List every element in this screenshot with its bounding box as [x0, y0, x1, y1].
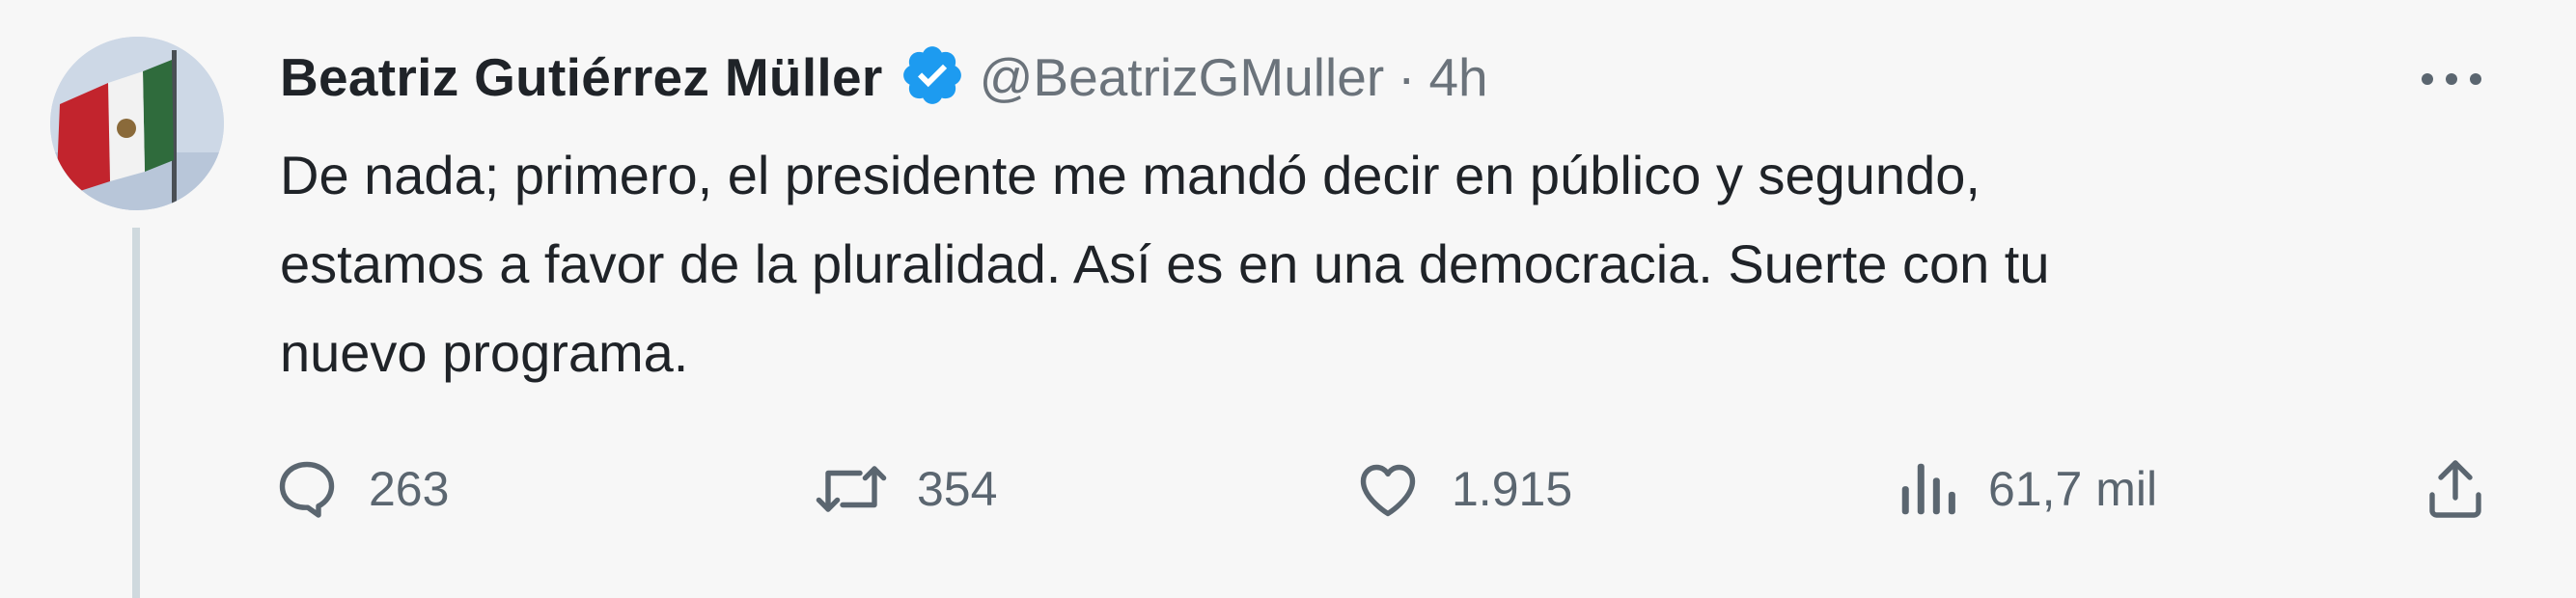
mexican-flag-avatar-image: [50, 37, 224, 210]
tweet-text-line: De nada; primero, el presidente me mandó…: [280, 145, 1980, 205]
share-icon: [2429, 460, 2481, 518]
reply-button[interactable]: 263: [272, 446, 449, 532]
tweet-text-line: estamos a favor de la pluralidad. Así es…: [280, 233, 2050, 294]
separator-dot: ·: [1398, 47, 1416, 107]
like-count: 1.915: [1452, 462, 1573, 516]
more-dots-icon: [2422, 73, 2481, 85]
author-name[interactable]: Beatriz Gutiérrez Müller: [280, 46, 883, 108]
reply-count: 263: [369, 462, 450, 516]
tweet-text: De nada; primero, el presidente me mandó…: [280, 131, 2461, 397]
retweet-button[interactable]: 354: [813, 446, 997, 532]
heart-icon: [1360, 464, 1416, 517]
author-handle[interactable]: @BeatrizGMuller: [980, 46, 1385, 108]
verified-badge-icon: [883, 41, 980, 114]
tweet-timestamp[interactable]: 4h: [1428, 46, 1487, 108]
retweet-count: 354: [917, 462, 998, 516]
avatar[interactable]: [50, 37, 224, 210]
more-options-button[interactable]: [2413, 50, 2490, 108]
action-bar: 263 354 1.915 61,7 mil: [272, 446, 2511, 532]
thread-line: [132, 228, 140, 598]
views-icon: [1901, 463, 1955, 515]
tweet[interactable]: Beatriz Gutiérrez Müller @BeatrizGMuller…: [0, 0, 2576, 598]
like-button[interactable]: 1.915: [1351, 446, 1572, 532]
retweet-icon: [816, 466, 887, 512]
views-count: 61,7 mil: [1988, 462, 2158, 516]
views-button[interactable]: 61,7 mil: [1894, 446, 2157, 532]
tweet-header: Beatriz Gutiérrez Müller @BeatrizGMuller…: [280, 39, 1488, 116]
reply-icon: [279, 461, 335, 518]
share-button[interactable]: [2421, 446, 2490, 532]
tweet-text-line: nuevo programa.: [280, 322, 689, 383]
